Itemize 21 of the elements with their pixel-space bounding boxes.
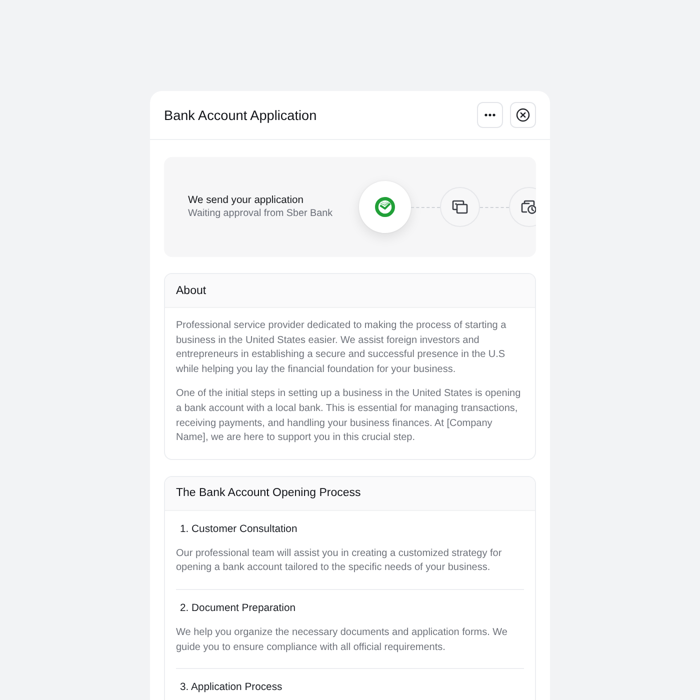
close-button[interactable] (510, 102, 536, 128)
dashed-connector (480, 206, 509, 208)
step-description: We help you organize the necessary documents and application forms. We guide you to ensure compliance with all official requirements. (176, 626, 508, 655)
step-title: 2. Document Preparation (179, 602, 296, 616)
status-title: We send your application (188, 195, 304, 206)
more-button[interactable] (477, 102, 503, 128)
bank-logo-icon (375, 197, 395, 217)
dashed-connector (411, 206, 440, 208)
more-icon (484, 113, 496, 117)
step-title: 1. Customer Consultation (179, 522, 298, 537)
card-title: About (176, 284, 206, 296)
step-description: Our professional team will assist you in creating a customized strategy for opening a bank account tailored to the specific needs of your business. (176, 546, 503, 576)
close-icon (516, 108, 530, 122)
paragraph: One of the initial steps in setting up a business in the United States is opening a bank account with a local bank. This is essential for managing transactions, receiving payments, and handling your business finances. At [Company Name], we are here to support you in this crucial step. (176, 387, 522, 446)
cards-icon (452, 200, 468, 214)
cards-clock-icon (521, 200, 536, 214)
step-title: 3. Application Process (179, 681, 282, 696)
card-title: The Bank Account Opening Process (176, 487, 361, 500)
status-subtitle: Waiting approval from Sber Bank (188, 208, 333, 219)
window-title: Bank Account Application (164, 108, 317, 122)
paragraph: Professional service provider dedicated to making the process of starting a business in the United States easier. We assist foreign investors and entrepreneurs in establishing a secure and successful presence in the U.S while helping you lay the financial foundation for your business. (176, 319, 508, 377)
